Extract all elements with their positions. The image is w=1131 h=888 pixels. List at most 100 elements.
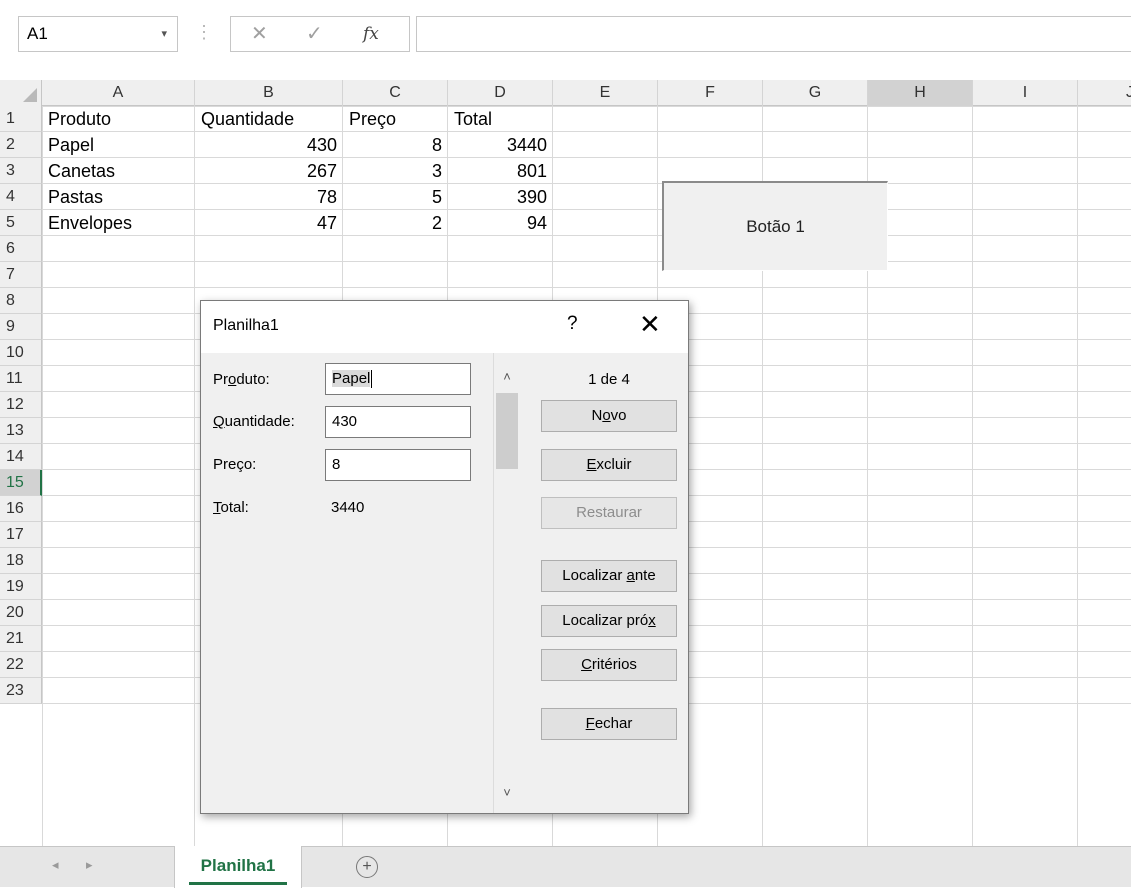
cell-d2[interactable]: 3440 xyxy=(448,132,553,158)
localizar-prox-button[interactable]: Localizar próx xyxy=(541,605,677,637)
help-icon[interactable]: ? xyxy=(567,313,578,335)
column-header-a[interactable]: A xyxy=(42,80,195,106)
column-header-e[interactable]: E xyxy=(553,80,658,106)
cancel-icon[interactable]: ✕ xyxy=(251,17,268,51)
total-value: 3440 xyxy=(331,499,365,516)
cell-b1[interactable]: Quantidade xyxy=(195,106,343,132)
quantidade-input[interactable]: 430 xyxy=(325,406,471,438)
column-header-g[interactable]: G xyxy=(763,80,868,106)
cell-d4[interactable]: 390 xyxy=(448,184,553,210)
produto-value: Papel xyxy=(332,370,371,387)
select-all-button[interactable] xyxy=(0,80,42,106)
cell-d1[interactable]: Total xyxy=(448,106,553,132)
check-icon[interactable]: ✓ xyxy=(306,17,323,51)
chevron-down-icon[interactable]: ▾ xyxy=(161,17,167,51)
column-header-b[interactable]: B xyxy=(195,80,343,106)
formula-buttons: ✕ ✓ fx xyxy=(230,16,410,52)
column-header-f[interactable]: F xyxy=(658,80,763,106)
cell-a4[interactable]: Pastas xyxy=(42,184,195,210)
cell-c1[interactable]: Preço xyxy=(343,106,448,132)
row-header-4[interactable]: 4 xyxy=(0,184,42,210)
row-header-2[interactable]: 2 xyxy=(0,132,42,158)
chevron-right-icon[interactable]: ▸ xyxy=(86,857,93,873)
label-total: Total: xyxy=(213,499,249,516)
row-header-20[interactable]: 20 xyxy=(0,600,42,626)
column-header-c[interactable]: C xyxy=(343,80,448,106)
row-header-6[interactable]: 6 xyxy=(0,236,42,262)
fechar-button[interactable]: Fechar xyxy=(541,708,677,740)
cell-b2[interactable]: 430 xyxy=(195,132,343,158)
preco-input[interactable]: 8 xyxy=(325,449,471,481)
row-header-15[interactable]: 15 xyxy=(0,470,42,496)
row-header-19[interactable]: 19 xyxy=(0,574,42,600)
novo-button[interactable]: Novo xyxy=(541,400,677,432)
row-header-12[interactable]: 12 xyxy=(0,392,42,418)
sheet-form-button[interactable]: Botão 1 xyxy=(662,181,888,271)
excluir-button[interactable]: Excluir xyxy=(541,449,677,481)
record-scrollbar[interactable]: ˄ ˅ xyxy=(493,353,520,813)
row-header-18[interactable]: 18 xyxy=(0,548,42,574)
row-header-21[interactable]: 21 xyxy=(0,626,42,652)
chevron-left-icon[interactable]: ◂ xyxy=(52,857,59,873)
row-header-10[interactable]: 10 xyxy=(0,340,42,366)
sheet-tab-planilha1[interactable]: Planilha1 xyxy=(174,846,302,888)
cell-b4[interactable]: 78 xyxy=(195,184,343,210)
row-header-16[interactable]: 16 xyxy=(0,496,42,522)
cell-c4[interactable]: 5 xyxy=(343,184,448,210)
row-header-3[interactable]: 3 xyxy=(0,158,42,184)
column-header-i[interactable]: I xyxy=(973,80,1078,106)
cell-a2[interactable]: Papel xyxy=(42,132,195,158)
column-headers: ABCDEFGHIJ xyxy=(0,80,1131,106)
cell-a1[interactable]: Produto xyxy=(42,106,195,132)
name-box[interactable]: A1 ▾ xyxy=(18,16,178,52)
gridline xyxy=(42,261,1131,262)
produto-input[interactable]: Papel xyxy=(325,363,471,395)
cell-c3[interactable]: 3 xyxy=(343,158,448,184)
select-all-icon xyxy=(23,88,37,102)
record-counter: 1 de 4 xyxy=(588,371,630,388)
label-produto: Produto: xyxy=(213,371,270,388)
chevron-down-icon[interactable]: ˅ xyxy=(494,785,520,800)
criterios-button[interactable]: Critérios xyxy=(541,649,677,681)
insert-function-icon[interactable]: fx xyxy=(363,17,379,51)
close-icon[interactable]: ✕ xyxy=(639,309,661,339)
localizar-ante-button[interactable]: Localizar ante xyxy=(541,560,677,592)
cell-d5[interactable]: 94 xyxy=(448,210,553,236)
row-header-7[interactable]: 7 xyxy=(0,262,42,288)
column-header-h[interactable]: H xyxy=(868,80,973,106)
plus-icon[interactable]: + xyxy=(356,856,378,878)
cell-b3[interactable]: 267 xyxy=(195,158,343,184)
row-header-11[interactable]: 11 xyxy=(0,366,42,392)
data-form-dialog: Planilha1 ? ✕ Produto: Papel Quantidade:… xyxy=(200,300,689,814)
dialog-title: Planilha1 xyxy=(213,317,279,334)
column-header-j[interactable]: J xyxy=(1078,80,1131,106)
text-cursor xyxy=(371,370,373,389)
sheet-tab-bar: ◂ ▸ Planilha1 + xyxy=(0,846,1131,888)
row-header-9[interactable]: 9 xyxy=(0,314,42,340)
row-header-5[interactable]: 5 xyxy=(0,210,42,236)
formula-input[interactable] xyxy=(416,16,1131,52)
label-quantidade: Quantidade: xyxy=(213,413,295,430)
formula-bar: A1 ▾ ⋮ ✕ ✓ fx xyxy=(0,0,1131,80)
cell-c2[interactable]: 8 xyxy=(343,132,448,158)
dialog-titlebar: Planilha1 ? ✕ xyxy=(201,301,688,353)
cell-a3[interactable]: Canetas xyxy=(42,158,195,184)
row-header-23[interactable]: 23 xyxy=(0,678,42,704)
chevron-up-icon[interactable]: ˄ xyxy=(494,369,520,384)
cell-c5[interactable]: 2 xyxy=(343,210,448,236)
cell-a5[interactable]: Envelopes xyxy=(42,210,195,236)
row-header-14[interactable]: 14 xyxy=(0,444,42,470)
row-header-8[interactable]: 8 xyxy=(0,288,42,314)
row-header-22[interactable]: 22 xyxy=(0,652,42,678)
grip-dots-icon: ⋮ xyxy=(195,22,213,42)
label-preco: Preço: xyxy=(213,456,257,473)
row-header-1[interactable]: 1 xyxy=(0,106,42,132)
restaurar-button[interactable]: Restaurar xyxy=(541,497,677,529)
scroll-thumb[interactable] xyxy=(496,393,518,469)
row-header-13[interactable]: 13 xyxy=(0,418,42,444)
cell-b5[interactable]: 47 xyxy=(195,210,343,236)
row-header-17[interactable]: 17 xyxy=(0,522,42,548)
column-header-d[interactable]: D xyxy=(448,80,553,106)
gridline xyxy=(42,287,1131,288)
cell-d3[interactable]: 801 xyxy=(448,158,553,184)
